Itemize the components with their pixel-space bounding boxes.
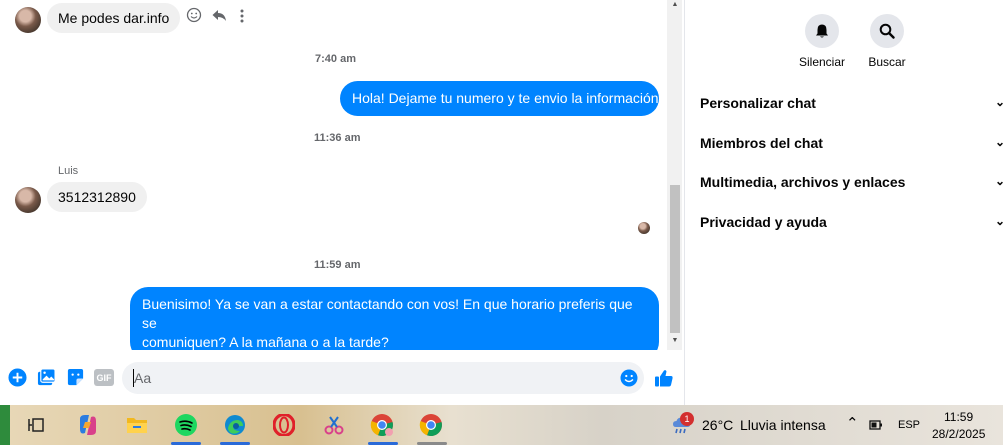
avatar[interactable]: [15, 187, 41, 213]
image-icon[interactable]: [36, 367, 56, 387]
chrome-icon[interactable]: [419, 413, 443, 437]
scrollbar-thumb[interactable]: [670, 185, 680, 333]
chevron-down-icon: ⌄: [994, 135, 1003, 149]
clock-time[interactable]: 11:59: [944, 410, 973, 424]
weather-temp[interactable]: 26°C: [702, 417, 733, 433]
mute-label: Silenciar: [798, 55, 846, 69]
weather-desc[interactable]: Lluvia intensa: [740, 417, 826, 433]
language-indicator[interactable]: ESP: [898, 419, 920, 431]
file-explorer-icon[interactable]: [125, 413, 149, 437]
composer: GIF Aa: [0, 360, 684, 398]
opera-icon[interactable]: [272, 413, 296, 437]
sidebar-item-members[interactable]: Miembros del chat ⌄: [700, 135, 1003, 151]
seen-avatar: [638, 222, 650, 234]
network-icon[interactable]: [868, 413, 886, 437]
clock-date[interactable]: 28/2/2025: [932, 427, 985, 441]
snipping-icon[interactable]: [322, 413, 346, 437]
chat-pane: Me podes dar.info 7:40 am Hola! Dejame t…: [0, 0, 684, 405]
more-icon[interactable]: [239, 8, 245, 28]
task-view-icon[interactable]: [24, 413, 48, 437]
sidebar-item-label: Miembros del chat: [700, 135, 823, 151]
weather-badge: 1: [680, 412, 694, 426]
chevron-down-icon: ⌄: [994, 174, 1003, 188]
taskbar: 1 26°C Lluvia intensa ⌃ ESP 11:59 28/2/2…: [0, 405, 1003, 445]
like-icon[interactable]: [654, 368, 674, 388]
emoji-icon[interactable]: [620, 369, 638, 392]
timestamp: 7:40 am: [315, 53, 356, 65]
plus-icon[interactable]: [7, 367, 27, 387]
sidebar-item-label: Privacidad y ayuda: [700, 214, 827, 230]
message-bubble-outgoing: Buenisimo! Ya se van a estar contactando…: [130, 287, 659, 350]
search-icon: [870, 14, 904, 48]
message-input[interactable]: Aa: [122, 362, 644, 394]
mute-button[interactable]: Silenciar: [787, 14, 857, 69]
search-label: Buscar: [868, 55, 906, 69]
chat-info-panel: Silenciar Buscar Personalizar chat ⌄ Mie…: [685, 0, 1003, 405]
message-input-placeholder: Aa: [134, 370, 152, 386]
taskbar-wallpaper-edge: [0, 405, 10, 445]
smile-icon[interactable]: [186, 7, 202, 27]
avatar[interactable]: [15, 7, 41, 33]
sidebar-item-label: Personalizar chat: [700, 95, 816, 111]
reply-icon[interactable]: [211, 7, 227, 27]
sidebar-item-customize[interactable]: Personalizar chat ⌄: [700, 95, 1003, 111]
sidebar-item-privacy[interactable]: Privacidad y ayuda ⌄: [700, 214, 1003, 230]
scroll-down-icon[interactable]: ▼: [670, 337, 680, 344]
message-list[interactable]: Me podes dar.info 7:40 am Hola! Dejame t…: [0, 0, 668, 350]
timestamp: 11:59 am: [314, 259, 361, 271]
edge-icon[interactable]: [223, 413, 247, 437]
sticker-icon[interactable]: [65, 367, 85, 387]
copilot-icon[interactable]: [76, 413, 100, 437]
chevron-up-icon[interactable]: ⌃: [846, 414, 859, 432]
chevron-down-icon: ⌄: [994, 214, 1003, 228]
sidebar-item-media[interactable]: Multimedia, archivos y enlaces ⌄: [700, 174, 1003, 190]
bell-icon: [805, 14, 839, 48]
timestamp: 11:36 am: [314, 132, 361, 144]
gif-icon[interactable]: GIF: [94, 369, 114, 386]
scrollbar[interactable]: ▲ ▼: [667, 0, 682, 350]
chevron-down-icon: ⌄: [994, 95, 1003, 109]
message-line: Buenisimo! Ya se van a estar contactando…: [142, 296, 633, 331]
sender-name: Luis: [58, 165, 79, 177]
spotify-icon[interactable]: [174, 413, 198, 437]
message-bubble-incoming: Me podes dar.info: [47, 3, 181, 33]
message-line: comuniquen? A la mañana o a la tarde?: [142, 334, 389, 350]
scroll-up-icon[interactable]: ▲: [670, 1, 680, 8]
message-bubble-incoming: 3512312890: [47, 182, 147, 212]
search-button[interactable]: Buscar: [852, 14, 922, 69]
sidebar-item-label: Multimedia, archivos y enlaces: [700, 174, 906, 190]
chrome-icon[interactable]: [370, 413, 394, 437]
message-bubble-outgoing: Hola! Dejame tu numero y te envio la inf…: [340, 81, 659, 116]
